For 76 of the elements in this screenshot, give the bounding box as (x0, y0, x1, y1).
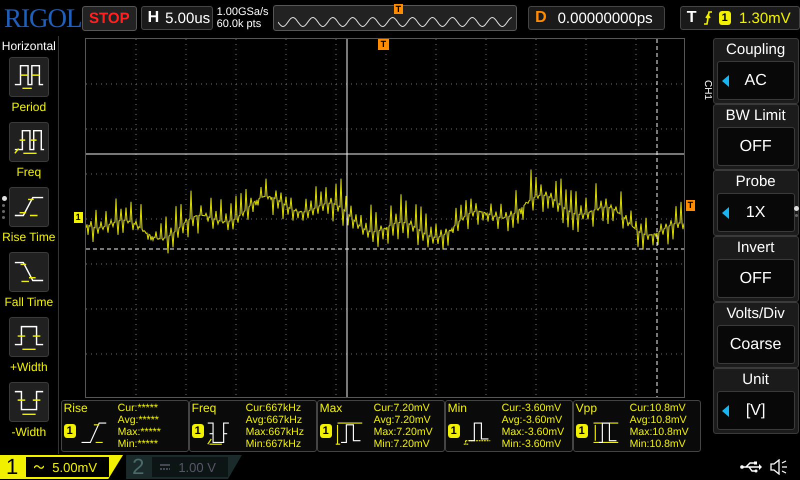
menu-item-title: Volts/Div (725, 304, 786, 324)
measurement-value: Avg:667kHz (246, 414, 304, 426)
channel-number: 2 (132, 454, 144, 480)
channel-number: 1 (6, 454, 18, 480)
channel-label: CH1 (700, 80, 713, 100)
menu-title: Horizontal (2, 39, 56, 53)
measurement-name: Freq (192, 402, 218, 416)
menu-item-title: Probe (734, 172, 777, 192)
measurement-value: Min:***** (118, 438, 159, 450)
speaker-icon (770, 459, 788, 475)
channel-offset-marker[interactable]: 1 (74, 212, 83, 223)
measurement-value: Max:667kHz (246, 426, 304, 438)
delay-box[interactable]: D 0.00000000ps (528, 6, 665, 30)
menu-item-title: Invert (736, 238, 776, 258)
menu-item-title: Coupling (725, 40, 786, 60)
measurement-value: Max:-3.60mV (502, 426, 564, 438)
measurement-value: Avg:-3.60mV (502, 414, 564, 426)
channel-menu-item[interactable]: Volts/Div Coarse (712, 302, 799, 368)
measurement-value: Max:10.8mV (630, 426, 689, 438)
trigger-position-marker[interactable]: T (378, 39, 390, 50)
run-stop-status[interactable]: STOP (82, 6, 137, 30)
timebase-box[interactable]: H 5.00us (140, 6, 213, 30)
measurement-value: Cur:7.20mV (374, 402, 431, 414)
menu-item-value: 1X (716, 193, 795, 232)
measurement-value: Min:667kHz (246, 438, 302, 450)
measurement-value: Min:-3.60mV (502, 438, 562, 450)
overview-wave-icon (278, 16, 512, 28)
menu-item-value: OFF (716, 127, 795, 166)
menu-item-title: BW Limit (724, 106, 787, 126)
dc-coupling-icon (160, 464, 170, 470)
trigger-box[interactable]: T 1 1.30mV (680, 6, 800, 30)
cursor-line[interactable] (656, 39, 658, 397)
cursor-line[interactable] (86, 248, 684, 250)
trigger-source-badge: 1 (718, 11, 731, 25)
measure-menu-item[interactable]: Rise Time (2, 187, 56, 252)
channel-menu-item[interactable]: BW Limit OFF (712, 104, 799, 170)
cursor-line[interactable] (346, 39, 348, 397)
measurement-value: Max:7.20mV (374, 426, 433, 438)
measurement-name: Rise (64, 402, 89, 416)
measurement-value: Min:10.8mV (630, 438, 687, 450)
measurement-value: Avg:7.20mV (374, 414, 432, 426)
measurement-value: Cur:-3.60mV (502, 402, 562, 414)
menu-item-title: Unit (741, 370, 770, 390)
measurement-value: Cur:***** (118, 402, 159, 414)
channel-badge: 1 (192, 424, 204, 438)
memory-depth: 60.0k pts (216, 18, 262, 30)
usb-icon (740, 461, 762, 473)
measurement-name: Vpp (576, 402, 598, 416)
channel-badge: 1 (448, 424, 460, 438)
menu-item-value: Coarse (716, 325, 795, 364)
menu-item-value: OFF (716, 259, 795, 298)
channel-menu-item[interactable]: Invert OFF (712, 236, 799, 302)
vertical-scale: 5.00mV (52, 460, 98, 474)
measurement-name: Max (320, 402, 344, 416)
measurement-value: Max:***** (118, 426, 161, 438)
ac-coupling-icon (34, 464, 44, 470)
measurement-value: Min:7.20mV (374, 438, 431, 450)
measurement-value: Cur:667kHz (246, 402, 302, 414)
rising-edge-icon (702, 11, 713, 25)
channel-menu-item[interactable]: Unit [V] (712, 368, 799, 434)
channel-menu-item[interactable]: Probe 1X (712, 170, 799, 236)
trigger-position-marker: T (394, 4, 404, 14)
channel-tab[interactable]: 1 5.00mV (0, 455, 124, 479)
menu-item-value: [V] (716, 391, 795, 430)
measurement-value: Avg:***** (118, 414, 160, 426)
trigger-level-marker[interactable]: T (686, 200, 696, 211)
measurement-name: Min (448, 402, 468, 416)
channel-badge: 1 (576, 424, 588, 438)
channel-badge: 1 (320, 424, 332, 438)
channel-badge: 1 (64, 424, 76, 438)
sample-rate: 1.00GSa/s (216, 6, 269, 18)
measurement-value: Cur:10.8mV (630, 402, 687, 414)
measurement-value: Avg:10.8mV (630, 414, 688, 426)
menu-item-value: AC (716, 61, 795, 100)
vertical-scale: 1.00 V (178, 460, 216, 474)
channel-menu-item[interactable]: Coupling AC (712, 38, 799, 104)
